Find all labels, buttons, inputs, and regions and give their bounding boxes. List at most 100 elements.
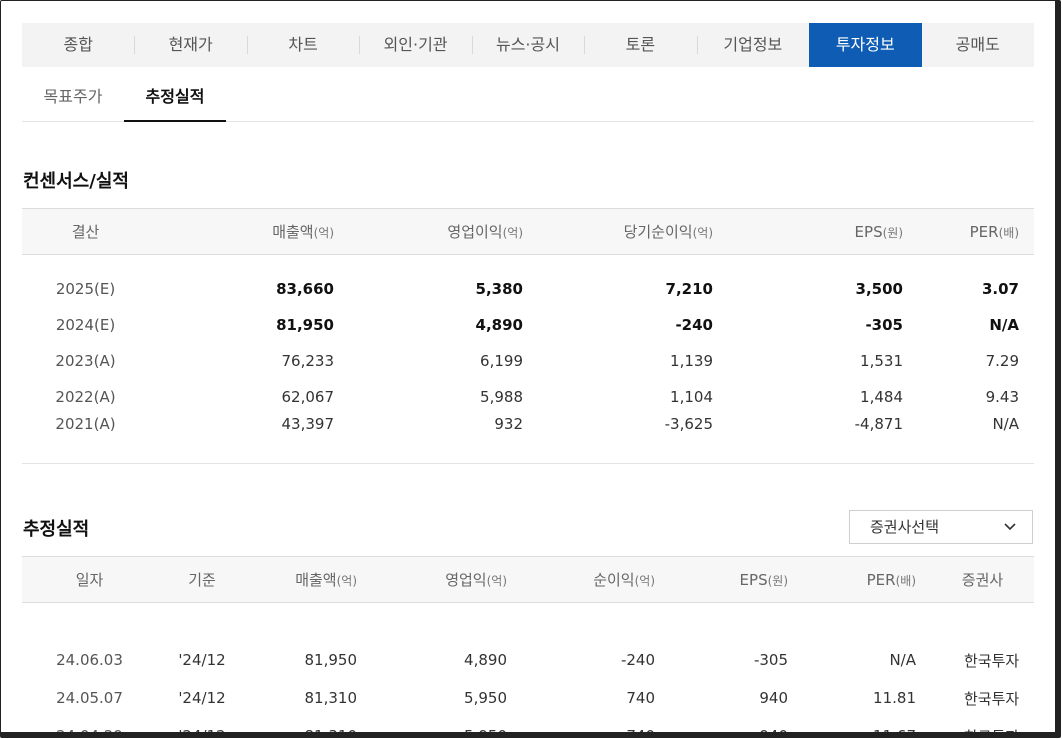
cell-net: 740	[626, 727, 655, 738]
cell-revenue: 83,660	[276, 280, 334, 298]
column-header-unit: (배)	[895, 573, 916, 588]
column-header-label: 당기순이익	[623, 223, 693, 241]
cell-eps: 1,531	[860, 352, 903, 370]
column-header-label: 결산	[71, 223, 100, 241]
column-header: 당기순이익(억)	[538, 208, 728, 255]
cell-revenue: 81,950	[304, 651, 358, 669]
cell-per: 3.07	[981, 280, 1019, 298]
column-header-label: PER	[866, 570, 896, 589]
tab-main-5[interactable]: 토론	[584, 23, 696, 67]
column-header-label: 매출액	[295, 571, 337, 589]
table-row: 2024(E) 81,950 4,890 -240 -305 N/A	[22, 307, 1034, 343]
column-header-label: 순이익	[593, 571, 635, 589]
column-header: 영업이익(억)	[349, 208, 538, 255]
cell-per: N/A	[992, 415, 1019, 433]
spacer-row	[22, 603, 1034, 642]
column-header-unit: (억)	[486, 574, 507, 588]
column-header: 매출액(억)	[149, 208, 349, 255]
tab-main-3[interactable]: 외인·기관	[359, 23, 471, 67]
column-header-label: EPS	[739, 570, 768, 589]
cell-broker: 한국투자	[964, 689, 1020, 708]
cell-basis: '24/12	[178, 651, 226, 669]
cell-net: 1,139	[670, 352, 713, 370]
tab-main-0[interactable]: 종합	[22, 23, 134, 67]
window-frame: 종합 현재가 차트 외인·기관 뉴스·공시 토론 기업정보 투자정보 공매도 목표주가 추정실적 …	[0, 0, 1061, 738]
cell-net: -3,625	[664, 415, 713, 433]
column-header-label: EPS	[854, 222, 883, 241]
column-header-unit: (억)	[634, 574, 655, 588]
column-header: 순이익(억)	[522, 556, 670, 603]
cell-revenue: 81,310	[304, 689, 358, 707]
cell-op: 5,988	[480, 388, 523, 406]
cell-eps: 1,484	[860, 388, 903, 406]
column-header-unit: (원)	[882, 225, 903, 240]
cell-per: 11.81	[873, 689, 916, 707]
cell-period: 2022(A)	[55, 388, 116, 406]
cell-per: 11.67	[873, 727, 916, 738]
table-row: 2021(A) 43,397 932 -3,625 -4,871 N/A	[22, 415, 1034, 464]
column-header: 결산	[22, 208, 149, 255]
column-header-label: 증권사	[961, 571, 1004, 589]
table-row: 2025(E) 83,660 5,380 7,210 3,500 3.07	[22, 271, 1034, 307]
cell-net: 1,104	[670, 388, 713, 406]
cell-net: 740	[626, 689, 655, 707]
column-header: PER(배)	[803, 556, 931, 603]
cell-eps: -305	[753, 651, 788, 669]
cell-period: 2024(E)	[55, 316, 116, 334]
cell-period: 2023(A)	[55, 352, 116, 370]
estimates-title: 추정실적	[23, 519, 90, 540]
column-header: 일자	[22, 556, 157, 603]
cell-op: 5,380	[475, 280, 523, 298]
column-header-unit: (억)	[313, 226, 334, 240]
cell-eps: 940	[759, 727, 788, 738]
cell-net: -240	[620, 651, 655, 669]
cell-period: 2021(A)	[55, 415, 116, 433]
column-header: 증권사	[931, 556, 1034, 603]
cell-revenue: 81,950	[276, 316, 334, 334]
cell-eps: -305	[865, 316, 903, 334]
column-header-label: 영업이익	[447, 223, 503, 241]
column-header: PER(배)	[918, 208, 1034, 255]
cell-revenue: 76,233	[281, 352, 335, 370]
tab-main-1[interactable]: 현재가	[134, 23, 246, 67]
tab-main-2[interactable]: 차트	[246, 23, 359, 67]
cell-per: 9.43	[985, 388, 1019, 406]
tab-main-8[interactable]: 공매도	[922, 23, 1034, 67]
column-header-unit: (억)	[336, 574, 357, 588]
cell-basis: '24/12	[178, 727, 226, 738]
column-header-label: 기준	[188, 571, 216, 589]
column-header-label: PER	[969, 222, 999, 241]
cell-eps: 940	[759, 689, 788, 707]
column-header: EPS(원)	[728, 208, 918, 255]
main-tab-bar: 종합 현재가 차트 외인·기관 뉴스·공시 토론 기업정보 투자정보 공매도	[22, 23, 1034, 67]
cell-net: -240	[675, 316, 713, 334]
table-row: 2022(A) 62,067 5,988 1,104 1,484 9.43	[22, 379, 1034, 415]
tab-main-6[interactable]: 기업정보	[696, 23, 809, 67]
cell-op: 6,199	[480, 352, 523, 370]
column-header-label: 영업익	[445, 571, 487, 589]
estimates-table: 일자 기준 매출액(억) 영업익(억) 순이익(억) EPS(원) PER(배) 증권사 24…	[22, 556, 1034, 738]
cell-op: 932	[494, 415, 523, 433]
cell-per: N/A	[989, 316, 1019, 334]
cell-op: 5,950	[464, 689, 507, 707]
tab-main-7[interactable]: 투자정보	[809, 23, 922, 67]
tab-sub-0[interactable]: 목표주가	[22, 77, 124, 121]
cell-date: 24.05.07	[56, 689, 123, 707]
cell-per: N/A	[889, 651, 916, 669]
column-header-unit: (억)	[692, 226, 713, 240]
cell-revenue: 62,067	[281, 388, 335, 406]
sub-tab-bar: 목표주가 추정실적	[22, 77, 1034, 122]
column-header: 영업익(억)	[372, 556, 522, 603]
cell-broker: 한국투자	[964, 727, 1020, 738]
cell-revenue: 81,310	[304, 727, 358, 738]
cell-period: 2025(E)	[55, 280, 116, 298]
broker-select-label: 증권사선택	[870, 518, 940, 536]
table-row: 24.06.03 '24/12 81,950 4,890 -240 -305 N/A 한국투자	[22, 641, 1034, 679]
tab-main-4[interactable]: 뉴스·공시	[471, 23, 584, 67]
cell-broker: 한국투자	[964, 651, 1020, 670]
cell-date: 24.04.29	[56, 727, 123, 738]
tab-sub-1[interactable]: 추정실적	[124, 77, 226, 122]
column-header: 매출액(억)	[247, 556, 372, 603]
broker-select[interactable]: 증권사선택	[849, 510, 1033, 544]
cell-op: 4,890	[475, 316, 523, 334]
